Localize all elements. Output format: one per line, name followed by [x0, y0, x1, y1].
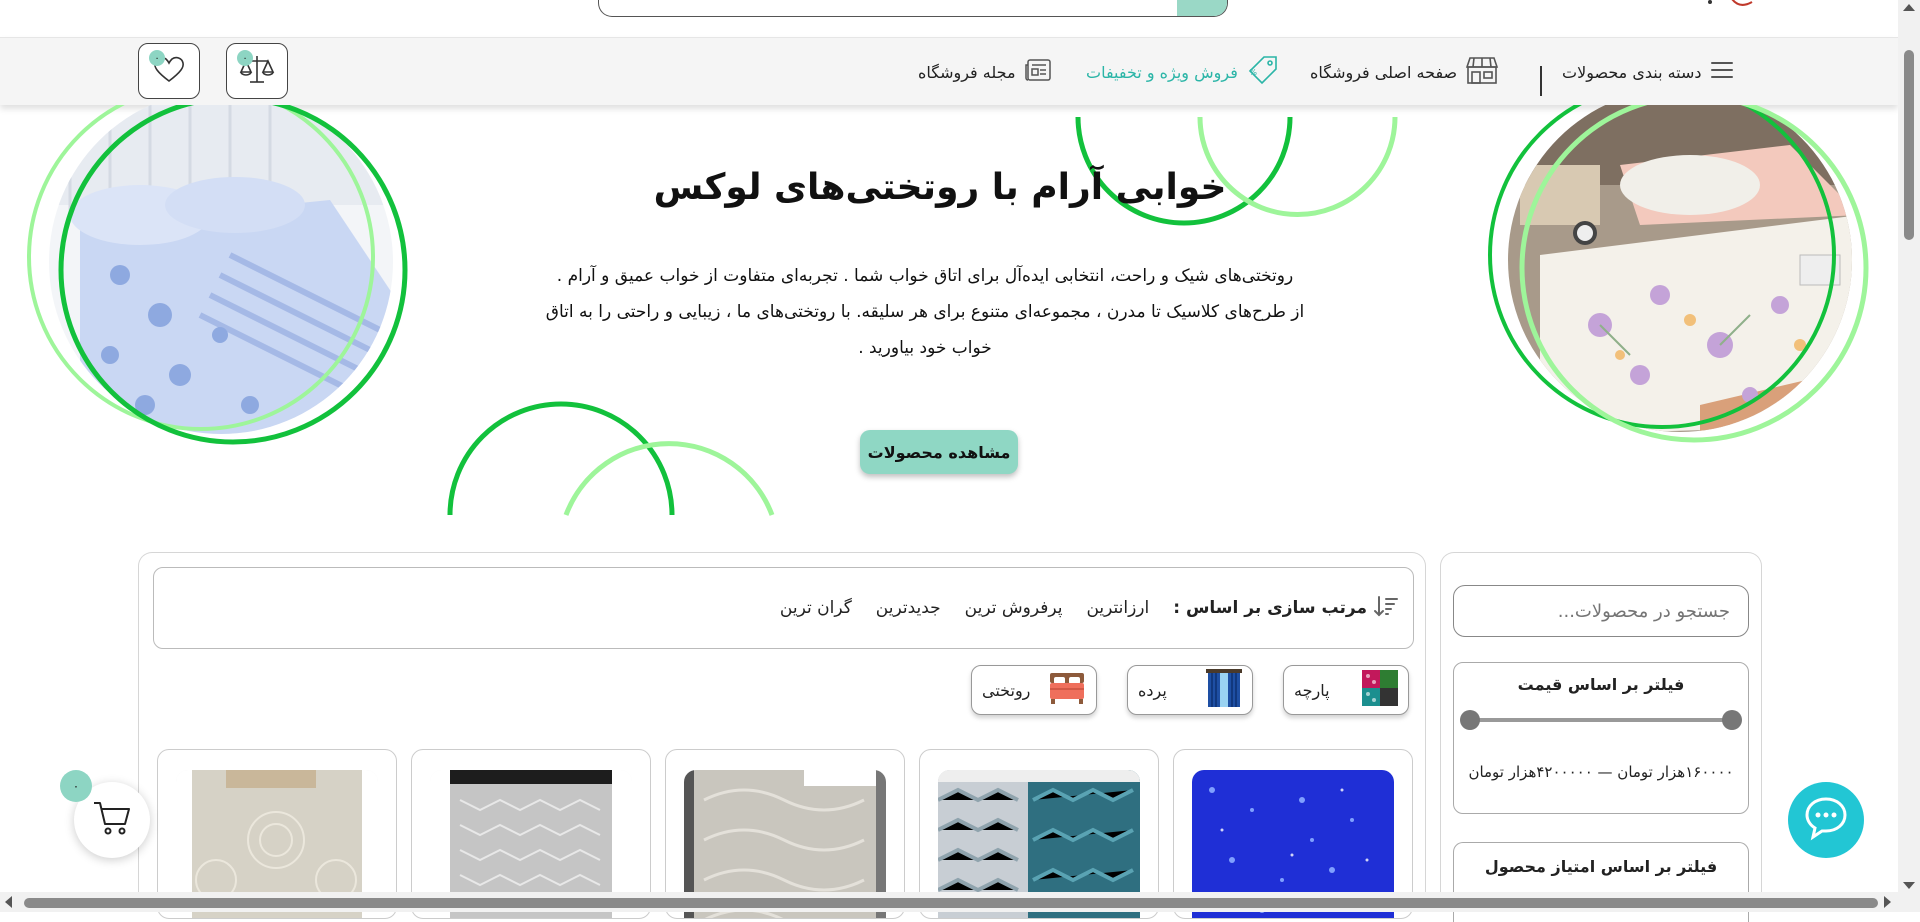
shop-icon — [1465, 55, 1499, 89]
curtain-icon — [1206, 669, 1242, 711]
menu-icon — [1710, 59, 1734, 85]
sort-title: مرتب سازی بر اساس : — [1173, 594, 1399, 623]
category-chip-bedcover[interactable]: روتختی — [971, 665, 1097, 715]
top-strip — [0, 0, 1898, 37]
price-slider-track[interactable] — [1470, 718, 1732, 722]
hero-desc-line-3: خواب خود بیاورید . — [858, 338, 992, 358]
scroll-up-arrow[interactable] — [1903, 4, 1915, 11]
price-slider-min-handle[interactable] — [1460, 710, 1480, 730]
category-chip-label: پرده — [1138, 680, 1167, 700]
hero-title: خوابی آرام با روتختی‌های لوکس — [653, 167, 1227, 208]
nav-blog-label: مجله فروشگاه — [918, 62, 1016, 82]
hero-desc-line-1: روتختی‌های شیک و راحت، انتخابی ایده‌آل ب… — [556, 266, 1294, 286]
scroll-right-arrow[interactable] — [1884, 896, 1891, 908]
header-search-button[interactable] — [1177, 0, 1227, 16]
compare-count: ۰ — [237, 50, 253, 66]
price-range-text: ۱۶۰۰۰۰هزار تومان — ۴۲۰۰۰۰۰هزار تومان — [1468, 763, 1734, 781]
sort-option-cheapest[interactable]: ارزانترین — [1086, 598, 1149, 618]
view-products-button[interactable]: مشاهده محصولات — [860, 430, 1018, 474]
price-filter: فیلتر بر اساس قیمت ۱۶۰۰۰۰هزار تومان — ۴۲… — [1453, 662, 1749, 814]
horizontal-scrollbar[interactable] — [0, 892, 1898, 912]
logo[interactable] — [1700, 0, 1760, 16]
sort-option-newest[interactable]: جدیدترین — [876, 598, 941, 618]
sort-title-label: مرتب سازی بر اساس : — [1173, 598, 1367, 618]
filter-sidebar: فیلتر بر اساس قیمت ۱۶۰۰۰۰هزار تومان — ۴۲… — [1440, 552, 1762, 922]
horizontal-scroll-thumb[interactable] — [24, 898, 1878, 908]
hero-section: خوابی آرام با روتختی‌های لوکس روتختی‌های… — [0, 105, 1898, 525]
cart-icon — [92, 800, 132, 840]
category-chip-label: پارچه — [1294, 680, 1330, 700]
nav-categories[interactable]: دسته بندی محصولات — [1562, 38, 1734, 106]
sort-option-bestselling[interactable]: پرفروش ترین — [965, 598, 1063, 618]
category-chips: پارچه پرده روتختی — [139, 665, 1409, 715]
scroll-down-arrow[interactable] — [1903, 882, 1915, 889]
newspaper-icon — [1024, 57, 1052, 87]
nav-sale[interactable]: % فروش ویژه و تخفیفات — [1086, 38, 1278, 106]
fabric-icon — [1362, 670, 1398, 710]
nav-divider — [1540, 66, 1542, 96]
compare-button[interactable]: ۰ — [226, 43, 288, 99]
header-search[interactable] — [598, 0, 1228, 17]
cart-count: ۰ — [60, 770, 92, 802]
hero-desc-line-2: از طرح‌های کلاسیک تا مدرن ، مجموعه‌ای مت… — [545, 302, 1305, 322]
vertical-scrollbar[interactable] — [1898, 0, 1920, 912]
sort-option-expensive[interactable]: گران ترین — [780, 598, 852, 618]
category-chip-label: روتختی — [982, 680, 1031, 700]
category-chip-curtain[interactable]: پرده — [1127, 665, 1253, 715]
wishlist-button[interactable]: ۰ — [138, 43, 200, 99]
nav-categories-label: دسته بندی محصولات — [1562, 62, 1702, 82]
sort-bar: مرتب سازی بر اساس : ارزانترین پرفروش تری… — [153, 567, 1414, 649]
product-content: مرتب سازی بر اساس : ارزانترین پرفروش تری… — [138, 552, 1426, 919]
scroll-left-arrow[interactable] — [5, 896, 12, 908]
sort-icon — [1373, 594, 1399, 623]
nav-sale-label: فروش ویژه و تخفیفات — [1086, 62, 1238, 82]
main-nav: دسته بندی محصولات صفحه اصلی فروشگاه % فر… — [0, 37, 1898, 105]
nav-blog[interactable]: مجله فروشگاه — [918, 38, 1052, 106]
hero-description: روتختی‌های شیک و راحت، انتخابی ایده‌آل ب… — [535, 258, 1315, 366]
chat-button[interactable] — [1788, 782, 1864, 858]
vertical-scroll-thumb[interactable] — [1904, 50, 1914, 240]
chat-icon — [1802, 795, 1850, 845]
bed-icon — [1048, 671, 1086, 709]
wishlist-count: ۰ — [149, 50, 165, 66]
nav-home[interactable]: صفحه اصلی فروشگاه — [1310, 38, 1499, 106]
svg-text:%: % — [1249, 68, 1257, 77]
tag-icon: % — [1246, 55, 1278, 89]
category-chip-fabric[interactable]: پارچه — [1283, 665, 1409, 715]
price-filter-title: فیلتر بر اساس قیمت — [1517, 675, 1685, 694]
rating-filter-title: فیلتر بر اساس امتیاز محصول — [1484, 857, 1718, 876]
price-slider-max-handle[interactable] — [1722, 710, 1742, 730]
product-search-input[interactable] — [1453, 585, 1749, 637]
nav-home-label: صفحه اصلی فروشگاه — [1310, 62, 1458, 82]
